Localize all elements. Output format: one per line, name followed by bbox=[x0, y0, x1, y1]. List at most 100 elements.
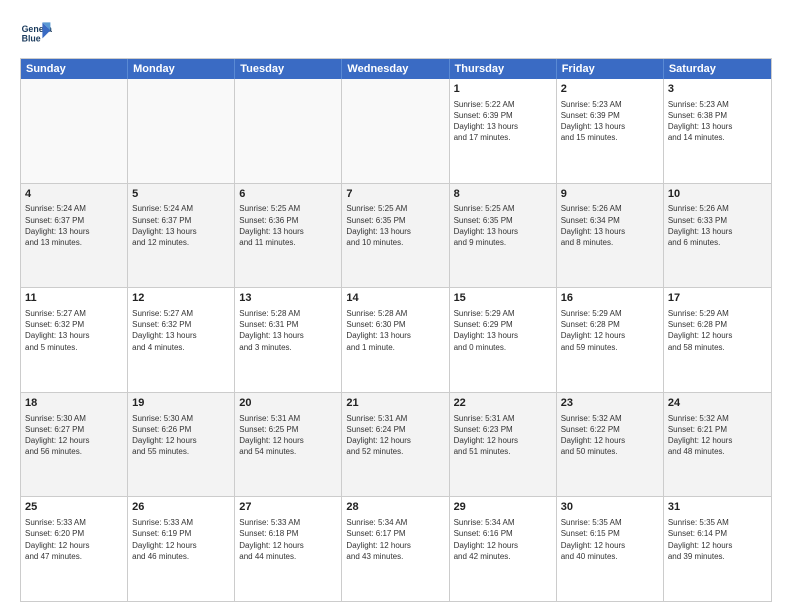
day-cell-4: 4Sunrise: 5:24 AM Sunset: 6:37 PM Daylig… bbox=[21, 184, 128, 288]
day-number: 22 bbox=[454, 396, 552, 411]
day-info: Sunrise: 5:33 AM Sunset: 6:19 PM Dayligh… bbox=[132, 517, 230, 562]
day-number: 2 bbox=[561, 82, 659, 97]
day-number: 14 bbox=[346, 291, 444, 306]
day-cell-7: 7Sunrise: 5:25 AM Sunset: 6:35 PM Daylig… bbox=[342, 184, 449, 288]
day-cell-6: 6Sunrise: 5:25 AM Sunset: 6:36 PM Daylig… bbox=[235, 184, 342, 288]
day-cell-23: 23 Sunrise: 5:32 AM Sunset: 6:22 PM Dayli… bbox=[557, 393, 664, 497]
page: General Blue SundayMondayTuesdayWednesda… bbox=[0, 0, 792, 612]
day-cell-8: 8Sunrise: 5:25 AM Sunset: 6:35 PM Daylig… bbox=[450, 184, 557, 288]
day-info: Sunrise: 5:26 AM Sunset: 6:34 PM Dayligh… bbox=[561, 203, 659, 248]
day-cell-20: 20 Sunrise: 5:31 AM Sunset: 6:25 PM Dayli… bbox=[235, 393, 342, 497]
day-cell-16: 16 Sunrise: 5:29 AM Sunset: 6:28 PM Dayli… bbox=[557, 288, 664, 392]
day-number: 30 bbox=[561, 500, 659, 515]
day-info: Sunrise: 5:31 AM Sunset: 6:23 PM Dayligh… bbox=[454, 413, 552, 458]
day-info: Sunrise: 5:24 AM Sunset: 6:37 PM Dayligh… bbox=[132, 203, 230, 248]
day-info: Sunrise: 5:23 AM Sunset: 6:39 PM Dayligh… bbox=[561, 99, 659, 144]
day-number: 24 bbox=[668, 396, 767, 411]
header-cell-monday: Monday bbox=[128, 59, 235, 79]
header-cell-tuesday: Tuesday bbox=[235, 59, 342, 79]
day-info: Sunrise: 5:23 AM Sunset: 6:38 PM Dayligh… bbox=[668, 99, 767, 144]
day-cell-1: 1Sunrise: 5:22 AM Sunset: 6:39 PM Daylig… bbox=[450, 79, 557, 183]
calendar-row-2: 4Sunrise: 5:24 AM Sunset: 6:37 PM Daylig… bbox=[21, 183, 771, 288]
day-cell-31: 31 Sunrise: 5:35 AM Sunset: 6:14 PM Dayli… bbox=[664, 497, 771, 601]
day-cell-21: 21 Sunrise: 5:31 AM Sunset: 6:24 PM Dayli… bbox=[342, 393, 449, 497]
day-cell-11: 11 Sunrise: 5:27 AM Sunset: 6:32 PM Dayli… bbox=[21, 288, 128, 392]
day-number: 28 bbox=[346, 500, 444, 515]
day-info: Sunrise: 5:29 AM Sunset: 6:28 PM Dayligh… bbox=[561, 308, 659, 353]
svg-text:Blue: Blue bbox=[22, 34, 41, 44]
day-info: Sunrise: 5:27 AM Sunset: 6:32 PM Dayligh… bbox=[132, 308, 230, 353]
day-info: Sunrise: 5:35 AM Sunset: 6:15 PM Dayligh… bbox=[561, 517, 659, 562]
empty-cell bbox=[342, 79, 449, 183]
day-info: Sunrise: 5:25 AM Sunset: 6:36 PM Dayligh… bbox=[239, 203, 337, 248]
day-info: Sunrise: 5:29 AM Sunset: 6:28 PM Dayligh… bbox=[668, 308, 767, 353]
day-info: Sunrise: 5:28 AM Sunset: 6:31 PM Dayligh… bbox=[239, 308, 337, 353]
day-number: 11 bbox=[25, 291, 123, 306]
day-info: Sunrise: 5:25 AM Sunset: 6:35 PM Dayligh… bbox=[454, 203, 552, 248]
empty-cell bbox=[128, 79, 235, 183]
day-cell-29: 29Sunrise: 5:34 AM Sunset: 6:16 PM Dayli… bbox=[450, 497, 557, 601]
day-info: Sunrise: 5:32 AM Sunset: 6:22 PM Dayligh… bbox=[561, 413, 659, 458]
day-number: 15 bbox=[454, 291, 552, 306]
day-info: Sunrise: 5:33 AM Sunset: 6:18 PM Dayligh… bbox=[239, 517, 337, 562]
day-cell-3: 3Sunrise: 5:23 AM Sunset: 6:38 PM Daylig… bbox=[664, 79, 771, 183]
header-cell-thursday: Thursday bbox=[450, 59, 557, 79]
day-cell-9: 9Sunrise: 5:26 AM Sunset: 6:34 PM Daylig… bbox=[557, 184, 664, 288]
day-info: Sunrise: 5:24 AM Sunset: 6:37 PM Dayligh… bbox=[25, 203, 123, 248]
day-cell-18: 18Sunrise: 5:30 AM Sunset: 6:27 PM Dayli… bbox=[21, 393, 128, 497]
day-number: 9 bbox=[561, 187, 659, 202]
day-cell-15: 15Sunrise: 5:29 AM Sunset: 6:29 PM Dayli… bbox=[450, 288, 557, 392]
day-number: 21 bbox=[346, 396, 444, 411]
day-info: Sunrise: 5:25 AM Sunset: 6:35 PM Dayligh… bbox=[346, 203, 444, 248]
day-cell-2: 2 Sunrise: 5:23 AM Sunset: 6:39 PM Daylig… bbox=[557, 79, 664, 183]
day-number: 13 bbox=[239, 291, 337, 306]
day-info: Sunrise: 5:26 AM Sunset: 6:33 PM Dayligh… bbox=[668, 203, 767, 248]
day-number: 19 bbox=[132, 396, 230, 411]
day-info: Sunrise: 5:30 AM Sunset: 6:27 PM Dayligh… bbox=[25, 413, 123, 458]
day-cell-30: 30 Sunrise: 5:35 AM Sunset: 6:15 PM Dayli… bbox=[557, 497, 664, 601]
day-number: 12 bbox=[132, 291, 230, 306]
calendar-row-5: 25 Sunrise: 5:33 AM Sunset: 6:20 PM Dayli… bbox=[21, 496, 771, 601]
day-number: 31 bbox=[668, 500, 767, 515]
calendar-body: 1Sunrise: 5:22 AM Sunset: 6:39 PM Daylig… bbox=[21, 79, 771, 601]
day-number: 25 bbox=[25, 500, 123, 515]
day-info: Sunrise: 5:35 AM Sunset: 6:14 PM Dayligh… bbox=[668, 517, 767, 562]
day-number: 7 bbox=[346, 187, 444, 202]
header-cell-sunday: Sunday bbox=[21, 59, 128, 79]
day-number: 27 bbox=[239, 500, 337, 515]
day-number: 26 bbox=[132, 500, 230, 515]
day-number: 23 bbox=[561, 396, 659, 411]
day-number: 8 bbox=[454, 187, 552, 202]
day-number: 20 bbox=[239, 396, 337, 411]
day-info: Sunrise: 5:31 AM Sunset: 6:24 PM Dayligh… bbox=[346, 413, 444, 458]
day-cell-12: 12 Sunrise: 5:27 AM Sunset: 6:32 PM Dayli… bbox=[128, 288, 235, 392]
calendar: SundayMondayTuesdayWednesdayThursdayFrid… bbox=[20, 58, 772, 602]
day-info: Sunrise: 5:30 AM Sunset: 6:26 PM Dayligh… bbox=[132, 413, 230, 458]
day-cell-22: 22 Sunrise: 5:31 AM Sunset: 6:23 PM Dayli… bbox=[450, 393, 557, 497]
day-number: 5 bbox=[132, 187, 230, 202]
calendar-row-3: 11 Sunrise: 5:27 AM Sunset: 6:32 PM Dayli… bbox=[21, 287, 771, 392]
day-number: 29 bbox=[454, 500, 552, 515]
header-cell-wednesday: Wednesday bbox=[342, 59, 449, 79]
day-cell-27: 27 Sunrise: 5:33 AM Sunset: 6:18 PM Dayli… bbox=[235, 497, 342, 601]
day-cell-28: 28 Sunrise: 5:34 AM Sunset: 6:17 PM Dayli… bbox=[342, 497, 449, 601]
day-number: 10 bbox=[668, 187, 767, 202]
calendar-row-4: 18Sunrise: 5:30 AM Sunset: 6:27 PM Dayli… bbox=[21, 392, 771, 497]
day-cell-14: 14Sunrise: 5:28 AM Sunset: 6:30 PM Dayli… bbox=[342, 288, 449, 392]
day-number: 6 bbox=[239, 187, 337, 202]
day-cell-5: 5Sunrise: 5:24 AM Sunset: 6:37 PM Daylig… bbox=[128, 184, 235, 288]
day-number: 16 bbox=[561, 291, 659, 306]
day-info: Sunrise: 5:22 AM Sunset: 6:39 PM Dayligh… bbox=[454, 99, 552, 144]
day-cell-26: 26 Sunrise: 5:33 AM Sunset: 6:19 PM Dayli… bbox=[128, 497, 235, 601]
day-info: Sunrise: 5:27 AM Sunset: 6:32 PM Dayligh… bbox=[25, 308, 123, 353]
calendar-row-1: 1Sunrise: 5:22 AM Sunset: 6:39 PM Daylig… bbox=[21, 79, 771, 183]
header: General Blue bbox=[20, 16, 772, 48]
header-cell-friday: Friday bbox=[557, 59, 664, 79]
header-cell-saturday: Saturday bbox=[664, 59, 771, 79]
day-info: Sunrise: 5:34 AM Sunset: 6:17 PM Dayligh… bbox=[346, 517, 444, 562]
day-cell-10: 10Sunrise: 5:26 AM Sunset: 6:33 PM Dayli… bbox=[664, 184, 771, 288]
empty-cell bbox=[235, 79, 342, 183]
day-info: Sunrise: 5:33 AM Sunset: 6:20 PM Dayligh… bbox=[25, 517, 123, 562]
day-cell-25: 25 Sunrise: 5:33 AM Sunset: 6:20 PM Dayli… bbox=[21, 497, 128, 601]
day-info: Sunrise: 5:31 AM Sunset: 6:25 PM Dayligh… bbox=[239, 413, 337, 458]
